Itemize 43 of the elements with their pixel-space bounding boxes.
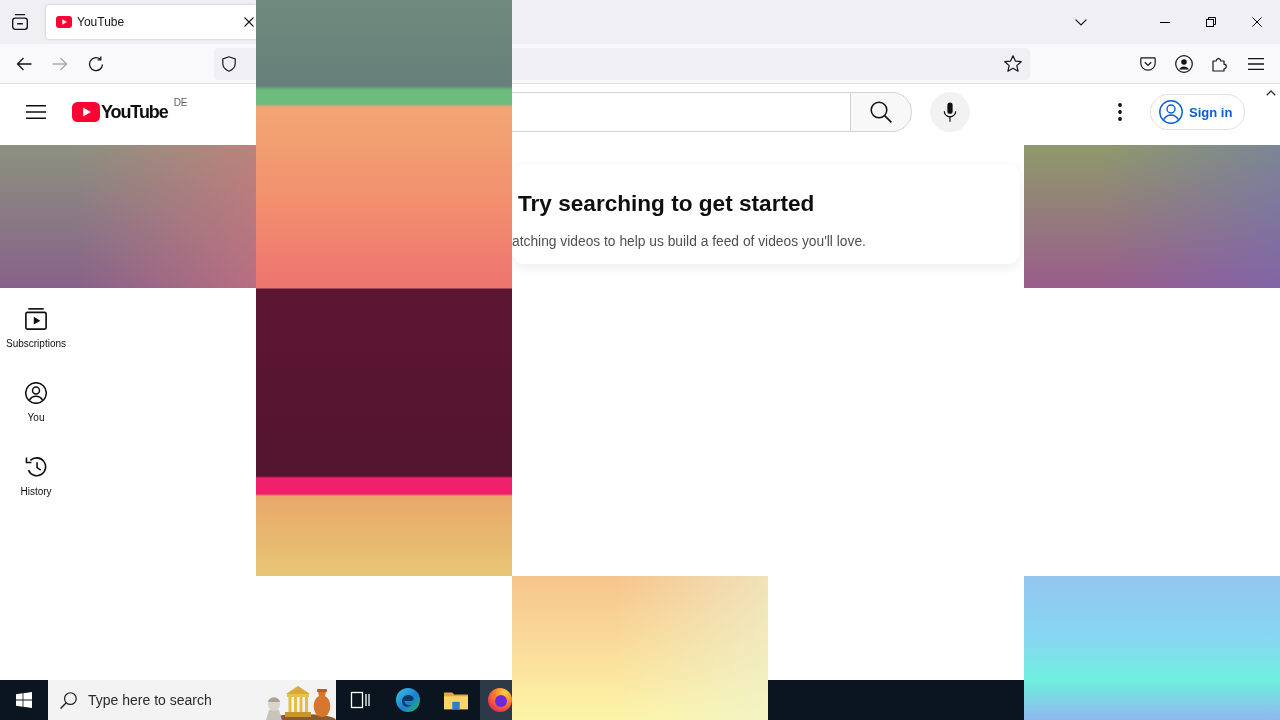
swirl-icon [396, 688, 420, 712]
sidebar-item[interactable]: History [4, 451, 68, 525]
play-logo-icon [72, 102, 100, 122]
browser-tab[interactable]: YouTube [46, 5, 256, 39]
four-squares-icon [16, 692, 32, 708]
play-logo-icon [56, 16, 72, 28]
restore-icon [1206, 17, 1216, 27]
forward-arrow-icon [52, 56, 68, 71]
shield-icon [222, 55, 236, 72]
clock-arrow-icon [25, 456, 47, 478]
menu-icon [1248, 57, 1264, 70]
taskbar-search-box[interactable]: Type here to search [48, 680, 336, 720]
sidebar-item[interactable]: Subscriptions [4, 303, 68, 377]
prompt-subtitle: atching videos to help us build a feed of videos you'll love. [512, 234, 867, 250]
sidebar-item[interactable]: You [4, 377, 68, 451]
shield-chevron-icon [1140, 55, 1156, 72]
close-icon [1252, 17, 1262, 27]
taskbar-search-input[interactable]: Type here to search [88, 688, 260, 712]
search-button[interactable] [850, 92, 912, 132]
puzzle-piece-icon [1212, 55, 1228, 72]
browser-icon [488, 688, 512, 712]
tray-icon [12, 14, 28, 30]
account-circle-icon [1159, 100, 1183, 124]
prompt-title: Try searching to get started [518, 190, 816, 218]
microphone-icon [943, 102, 957, 122]
vertical-dots-icon [1118, 103, 1122, 121]
search-icon [60, 691, 77, 709]
caret-down-icon [1075, 18, 1087, 26]
reload-icon [88, 55, 104, 72]
voice-search-button[interactable] [930, 92, 970, 132]
menu-icon [26, 105, 46, 119]
task-view-icon [350, 691, 370, 709]
taskbar-app-button[interactable] [480, 680, 512, 720]
star-icon[interactable] [1004, 55, 1022, 72]
scroll-up-icon[interactable] [1266, 90, 1276, 96]
minimize-icon [1160, 21, 1170, 23]
stacked-play-icon [25, 308, 47, 330]
back-arrow-icon [16, 56, 32, 71]
close-icon [244, 17, 254, 27]
search-icon [870, 101, 892, 123]
logo-link[interactable]: YouTube $^{DE}$ [72, 92, 188, 132]
account-circle-icon [1175, 54, 1193, 73]
search-field[interactable] [512, 92, 850, 132]
